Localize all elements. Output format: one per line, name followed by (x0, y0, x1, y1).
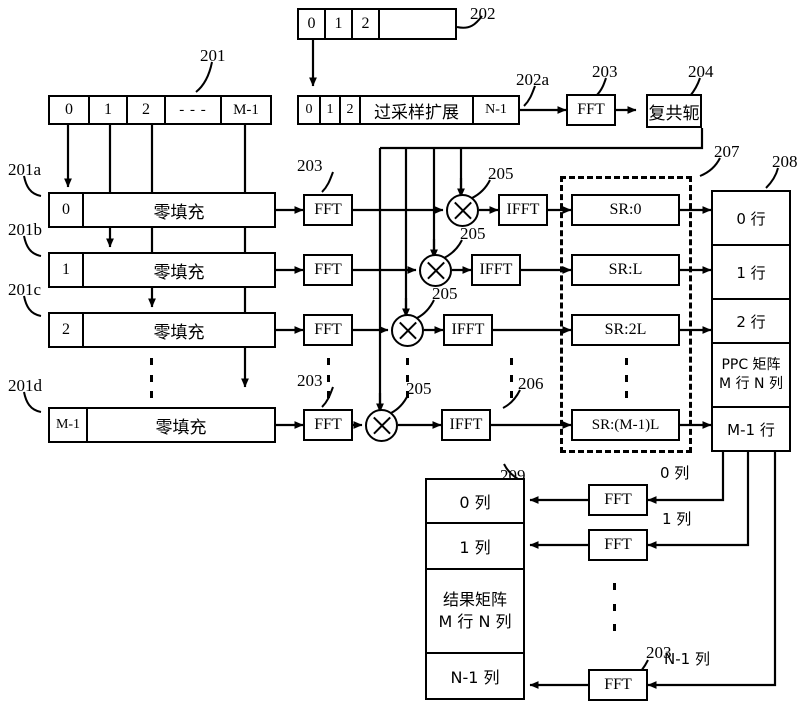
column-tap-label-n-1: N-1 列 (664, 650, 710, 668)
ellipsis-zero-pad-rows (149, 358, 153, 398)
ref-204: 204 (688, 62, 714, 81)
ifft-block-row-0: IFFT (498, 194, 548, 226)
ref-208: 208 (772, 152, 798, 171)
fft-block-row-m-1: FFT (303, 409, 353, 441)
multiplier-row-2 (391, 314, 424, 347)
ref-202: 202 (470, 4, 496, 23)
fft-block-top: FFT (566, 94, 616, 126)
zero-pad-row-1: 1 零填充 (48, 252, 276, 288)
zero-pad-row-0-label: 零填充 (153, 202, 205, 223)
ppc-matrix-caption-line2: M 行 N 列 (719, 376, 783, 392)
multiplier-row-1 (419, 254, 452, 287)
result-matrix-209: 0 列 1 列 结果矩阵 M 行 N 列 N-1 列 (425, 478, 525, 700)
fft-block-row-1: FFT (303, 254, 353, 286)
ref-205-rowm: 205 (406, 379, 432, 398)
input-cell-0: 0 (50, 97, 90, 123)
zero-pad-row-0: 0 零填充 (48, 192, 276, 228)
zero-pad-row-1-index: 1 (50, 254, 84, 286)
ref-201: 201 (200, 46, 226, 65)
zero-pad-row-2-label: 零填充 (153, 322, 205, 343)
ppc-matrix-caption-line1: PPC 矩阵 (721, 357, 781, 374)
oversample-cell-1: 1 (321, 97, 341, 123)
ref-203-row0: 203 (297, 156, 323, 175)
oversample-row-202a: 0 1 2 过采样扩展 N-1 (297, 95, 520, 125)
column-tap-label-0: 0 列 (660, 464, 690, 482)
input-row-201: 0 1 2 - - - M-1 (48, 95, 272, 125)
zero-pad-row-2-index: 2 (50, 314, 84, 346)
input-cell-m-1: M-1 (233, 101, 259, 118)
zero-pad-row-0-index: 0 (50, 194, 84, 226)
multiplier-row-0 (446, 194, 479, 227)
ppc-matrix-row-0: 0 行 (713, 192, 789, 246)
ellipsis-multiplier-column (405, 358, 409, 398)
patent-diagram-canvas: 202 201 202a 203 204 201a 201b 201c 201d… (0, 0, 800, 708)
zero-pad-row-m-1: M-1 零填充 (48, 407, 276, 443)
ref-203-top: 203 (592, 62, 618, 81)
register-cell-0: 0 (299, 10, 326, 38)
result-matrix-caption-line2: M 行 N 列 (438, 612, 512, 631)
register-cell-empty (380, 10, 455, 38)
ppc-matrix-caption: PPC 矩阵 M 行 N 列 (713, 344, 789, 408)
input-cell-2: 2 (128, 97, 166, 123)
ref-205-row0: 205 (488, 164, 514, 183)
result-matrix-row-1: 1 列 (427, 524, 523, 570)
ref-201a: 201a (8, 160, 42, 179)
ref-205-row1: 205 (460, 224, 486, 243)
fft-block-row-0: FFT (303, 194, 353, 226)
ref-207: 207 (714, 142, 740, 161)
ref-201c: 201c (8, 280, 42, 299)
oversample-cell-n-1: N-1 (485, 102, 507, 117)
ifft-block-row-m-1: IFFT (441, 409, 491, 441)
ppc-matrix-row-2: 2 行 (713, 300, 789, 344)
result-matrix-row-0: 0 列 (427, 480, 523, 524)
register-cell-2: 2 (353, 10, 380, 38)
column-tap-label-1: 1 列 (662, 510, 692, 528)
input-cell-1: 1 (90, 97, 128, 123)
fft-block-col-1: FFT (588, 529, 648, 561)
ifft-block-row-1: IFFT (471, 254, 521, 286)
ref-201b: 201b (8, 220, 42, 239)
zero-pad-row-2: 2 零填充 (48, 312, 276, 348)
oversample-cell-2: 2 (341, 97, 361, 123)
result-matrix-caption-line1: 结果矩阵 (442, 589, 507, 609)
zero-pad-row-m-1-label: 零填充 (155, 417, 207, 438)
ref-203-rowm: 203 (297, 371, 323, 390)
ppc-matrix-row-m-1: M-1 行 (727, 420, 775, 439)
oversample-cell-0: 0 (299, 97, 321, 123)
ellipsis-ifft-column (509, 358, 513, 398)
zero-pad-row-1-label: 零填充 (153, 262, 205, 283)
ref-206: 206 (518, 374, 544, 393)
ref-205-row2: 205 (432, 284, 458, 303)
zero-pad-row-m-1-index: M-1 (50, 409, 88, 441)
ppc-matrix-208: 0 行 1 行 2 行 PPC 矩阵 M 行 N 列 M-1 行 (711, 190, 791, 452)
ref-201d: 201d (8, 376, 42, 395)
register-cell-1: 1 (326, 10, 353, 38)
fft-block-row-2: FFT (303, 314, 353, 346)
ellipsis-fft-column (326, 358, 330, 398)
multiplier-row-m-1 (365, 409, 398, 442)
fft-block-col-n-1: FFT (588, 669, 648, 701)
complex-conjugate-block: 复共轭 (646, 94, 702, 128)
top-register-202: 0 1 2 (297, 8, 457, 40)
fft-block-col-0: FFT (588, 484, 648, 516)
shift-register-group-207 (560, 176, 692, 453)
result-matrix-row-n-1: N-1 列 (450, 668, 500, 687)
ifft-block-row-2: IFFT (443, 314, 493, 346)
result-matrix-caption: 结果矩阵 M 行 N 列 (427, 570, 523, 654)
oversample-cell-label: 过采样扩展 (361, 97, 474, 123)
ellipsis-column-fft (612, 583, 616, 631)
ref-202a: 202a (516, 70, 550, 89)
ellipsis-sr-column (624, 358, 628, 398)
input-cell-ellipsis: - - - (166, 97, 222, 123)
ppc-matrix-row-1: 1 行 (713, 246, 789, 300)
